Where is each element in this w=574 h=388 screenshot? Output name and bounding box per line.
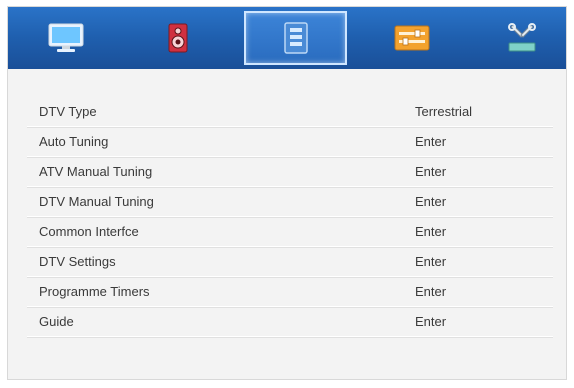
speaker-icon [168,23,188,53]
tv-menu-panel: DTV Type Terrestrial Auto Tuning Enter A… [7,6,567,380]
menu-item-value: Terrestrial [415,104,473,119]
menu-item-label: ATV Manual Tuning [39,164,153,179]
tab-picture[interactable] [14,7,117,69]
tab-tools[interactable] [470,7,573,69]
tab-channel[interactable] [244,11,347,65]
menu-item-value: Enter [415,224,447,239]
menu-item-guide[interactable]: Guide Enter [27,307,553,337]
menu-item-value: Enter [415,254,447,269]
settings-sliders-icon [394,25,430,51]
channel-list-icon [283,22,308,54]
tab-sound[interactable] [126,7,229,69]
menu-item-value: Enter [415,314,447,329]
menu-item-atv-manual-tuning[interactable]: ATV Manual Tuning Enter [27,157,553,187]
menu-item-auto-tuning[interactable]: Auto Tuning Enter [27,127,553,157]
menu-item-value: Enter [415,134,447,149]
menu-item-common-interface[interactable]: Common Interfce Enter [27,217,553,247]
category-tab-bar [8,7,566,69]
menu-item-label: Programme Timers [39,284,150,299]
menu-item-value: Enter [415,284,447,299]
menu-item-dtv-settings[interactable]: DTV Settings Enter [27,247,553,277]
menu-item-dtv-manual-tuning[interactable]: DTV Manual Tuning Enter [27,187,553,217]
menu-item-label: Common Interfce [39,224,139,239]
channel-menu-list: DTV Type Terrestrial Auto Tuning Enter A… [27,97,553,337]
tab-setup[interactable] [360,7,463,69]
menu-item-dtv-type[interactable]: DTV Type Terrestrial [27,97,553,127]
menu-item-label: DTV Type [39,104,97,119]
menu-item-label: Guide [39,314,74,329]
tools-icon [505,23,539,53]
menu-item-label: Auto Tuning [39,134,109,149]
menu-item-value: Enter [415,164,447,179]
monitor-icon [48,23,84,53]
menu-item-label: DTV Settings [39,254,116,269]
menu-item-label: DTV Manual Tuning [39,194,154,209]
menu-item-value: Enter [415,194,447,209]
menu-item-programme-timers[interactable]: Programme Timers Enter [27,277,553,307]
